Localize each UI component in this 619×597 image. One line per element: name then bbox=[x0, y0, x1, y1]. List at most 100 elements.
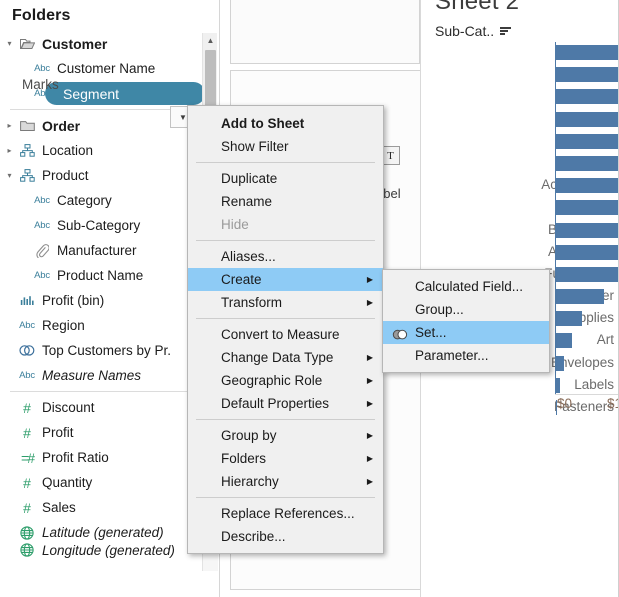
bar-row: Chairs bbox=[421, 64, 619, 86]
bar[interactable] bbox=[556, 333, 572, 349]
abc-icon: Abc bbox=[19, 319, 35, 331]
menu-separator bbox=[196, 240, 375, 241]
field-row[interactable]: Customer bbox=[0, 31, 219, 56]
menu-item[interactable]: Hierarchy ▶ bbox=[188, 470, 383, 493]
menu-item[interactable]: Add to Sheet bbox=[188, 112, 383, 135]
field-context-menu[interactable]: Add to Sheet Show Filter Duplicate Rename Hi… bbox=[187, 105, 384, 554]
field-label: Sales bbox=[42, 500, 76, 515]
menu-item-label: Group by bbox=[221, 428, 277, 443]
menu-item[interactable]: Group... bbox=[383, 298, 549, 321]
field-divider bbox=[10, 391, 209, 392]
expand-caret-icon[interactable] bbox=[4, 40, 15, 48]
menu-item[interactable]: Transform ▶ bbox=[188, 291, 383, 314]
bar-row: Tables bbox=[421, 109, 619, 131]
menu-item[interactable]: Group by ▶ bbox=[188, 424, 383, 447]
globe-icon bbox=[15, 525, 39, 540]
bar[interactable] bbox=[556, 311, 583, 327]
calc-number-icon: =# bbox=[21, 449, 35, 466]
menu-item[interactable]: Describe... bbox=[188, 525, 383, 548]
abc-icon: Abc bbox=[34, 269, 50, 281]
field-label: Profit Ratio bbox=[42, 450, 109, 465]
expand-caret-icon[interactable] bbox=[4, 147, 15, 155]
menu-item[interactable]: Aliases... bbox=[188, 245, 383, 268]
bar[interactable] bbox=[556, 355, 564, 371]
menu-item[interactable]: Convert to Measure bbox=[188, 323, 383, 346]
row-shelf-header: Sub-Cat.. bbox=[435, 23, 512, 39]
field-label: Measure Names bbox=[42, 368, 142, 383]
bar[interactable] bbox=[556, 155, 619, 171]
menu-item[interactable]: Create ▶ bbox=[188, 268, 383, 291]
menu-item[interactable]: Folders ▶ bbox=[188, 447, 383, 470]
field-label: Profit (bin) bbox=[42, 293, 105, 308]
menu-item-label: Duplicate bbox=[221, 171, 278, 186]
menu-item-label: Transform bbox=[221, 295, 283, 310]
menu-item-label: Replace References... bbox=[221, 506, 355, 521]
menu-item[interactable]: Set... bbox=[383, 321, 549, 344]
bar[interactable] bbox=[556, 200, 619, 216]
bar-row: Appliances bbox=[421, 242, 619, 264]
field-label: Segment bbox=[63, 85, 120, 102]
x-tick-0: $0 bbox=[557, 396, 573, 411]
bar-row: Machines bbox=[421, 153, 619, 175]
bar[interactable] bbox=[556, 45, 619, 60]
bar[interactable] bbox=[556, 89, 619, 105]
menu-separator bbox=[196, 318, 375, 319]
menu-item-label: Aliases... bbox=[221, 249, 276, 264]
bar[interactable] bbox=[556, 266, 619, 282]
bar[interactable] bbox=[556, 111, 619, 127]
menu-item[interactable]: Show Filter bbox=[188, 135, 383, 158]
bar-row: Storage bbox=[421, 86, 619, 108]
abc-icon: Abc bbox=[34, 194, 50, 206]
bin-icon bbox=[15, 295, 39, 307]
bar[interactable] bbox=[556, 244, 619, 260]
menu-item-label: Calculated Field... bbox=[415, 279, 524, 294]
field-label: Quantity bbox=[42, 475, 93, 490]
bar[interactable] bbox=[556, 289, 604, 305]
menu-separator bbox=[196, 497, 375, 498]
chevron-down-icon: ▼ bbox=[179, 112, 187, 122]
bar[interactable] bbox=[556, 222, 619, 238]
field-label: Location bbox=[42, 143, 94, 158]
scroll-up-arrow[interactable]: ▲ bbox=[203, 33, 218, 48]
paperclip-icon bbox=[30, 243, 54, 258]
number-icon: # bbox=[23, 499, 31, 516]
field-label: Profit bbox=[42, 425, 74, 440]
bar-row: Bookcases bbox=[421, 220, 619, 242]
bar[interactable] bbox=[556, 133, 619, 149]
menu-item-label: Change Data Type bbox=[221, 350, 334, 365]
submenu-arrow-icon: ▶ bbox=[366, 454, 373, 463]
menu-item: Hide bbox=[188, 213, 383, 236]
bar-category-label: Labels bbox=[574, 376, 614, 392]
field-label: Product Name bbox=[57, 268, 144, 283]
bar-row: Accessories bbox=[421, 175, 619, 197]
menu-item[interactable]: Duplicate bbox=[188, 167, 383, 190]
abc-icon: Abc bbox=[34, 62, 50, 74]
expand-caret-icon[interactable] bbox=[4, 172, 15, 180]
field-label: Region bbox=[42, 318, 85, 333]
row-header-label: Sub-Cat.. bbox=[435, 23, 495, 39]
menu-item-label: Show Filter bbox=[221, 139, 289, 154]
menu-item[interactable]: Calculated Field... bbox=[383, 275, 549, 298]
menu-separator bbox=[196, 419, 375, 420]
submenu-arrow-icon: ▶ bbox=[366, 431, 373, 440]
field-label: Customer bbox=[42, 35, 108, 52]
menu-item[interactable]: Default Properties ▶ bbox=[188, 392, 383, 415]
bar[interactable] bbox=[556, 67, 619, 83]
bar-row: Copiers bbox=[421, 197, 619, 219]
bar[interactable] bbox=[556, 377, 560, 393]
menu-item[interactable]: Rename bbox=[188, 190, 383, 213]
x-axis-line bbox=[555, 394, 619, 395]
menu-item[interactable]: Replace References... bbox=[188, 502, 383, 525]
menu-item[interactable]: Geographic Role ▶ bbox=[188, 369, 383, 392]
menu-item[interactable]: Change Data Type ▶ bbox=[188, 346, 383, 369]
menu-item[interactable]: Parameter... bbox=[383, 344, 549, 367]
sort-descending-icon[interactable] bbox=[500, 27, 512, 35]
submenu-arrow-icon: ▶ bbox=[366, 275, 373, 284]
bar[interactable] bbox=[556, 178, 619, 194]
set-icon bbox=[15, 344, 39, 357]
menu-item-label: Geographic Role bbox=[221, 373, 323, 388]
menu-item-label: Add to Sheet bbox=[221, 116, 305, 131]
create-submenu[interactable]: Calculated Field... Group... Set... Paramet… bbox=[382, 269, 550, 373]
expand-caret-icon[interactable] bbox=[4, 122, 15, 130]
field-label: Latitude (generated) bbox=[42, 525, 164, 540]
